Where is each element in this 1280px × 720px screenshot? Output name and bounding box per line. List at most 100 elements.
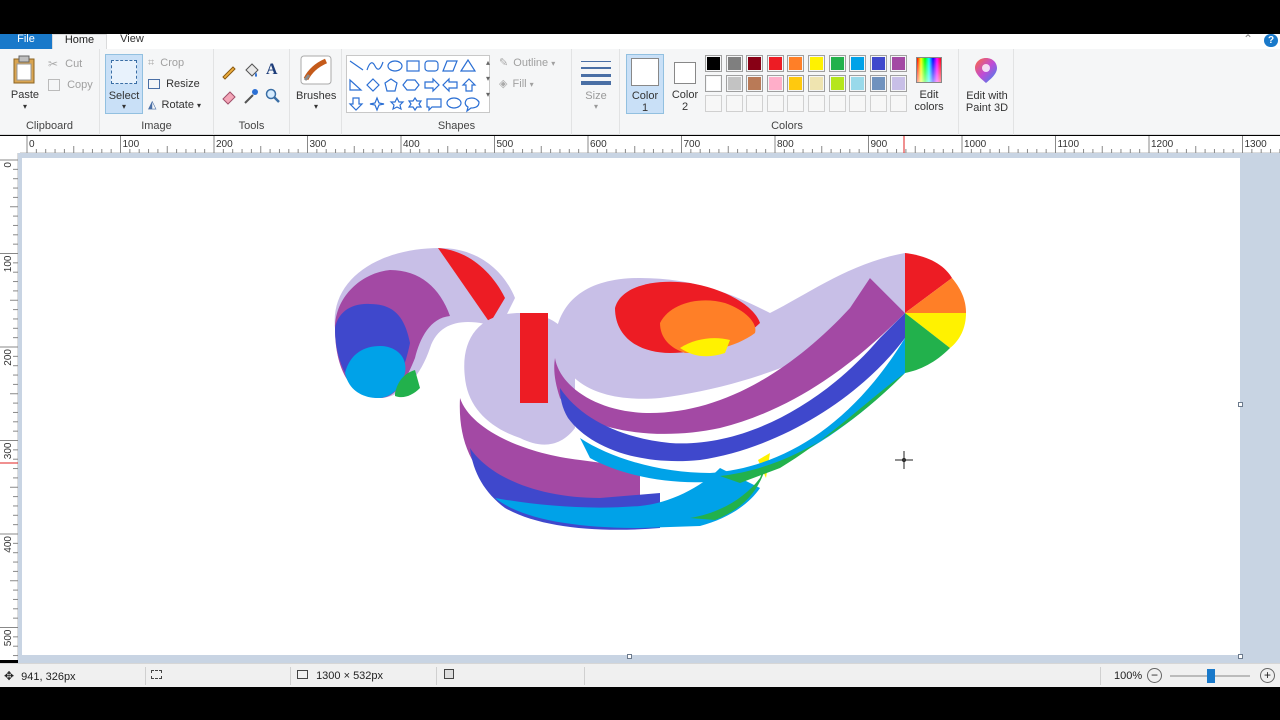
zoom-slider-thumb[interactable] — [1207, 669, 1215, 683]
canvas-size: 1300 × 532px — [297, 669, 383, 683]
color-swatch[interactable] — [808, 75, 825, 92]
shapes-scroll[interactable]: ▴ ▾ ▾ — [482, 55, 494, 113]
scissors-icon: ✂ — [48, 57, 59, 72]
fill-icon: ◈ — [499, 78, 508, 91]
custom-color-slot[interactable] — [787, 95, 805, 112]
zoom-out-button[interactable]: − — [1147, 668, 1162, 683]
tab-home[interactable]: Home — [52, 34, 107, 49]
color1-swatch — [631, 58, 659, 86]
color-swatch[interactable] — [828, 75, 846, 92]
ruler-label: 1100 — [1058, 139, 1080, 150]
zoom-in-button[interactable]: + — [1260, 668, 1275, 683]
ruler-label: 200 — [216, 139, 233, 150]
rotate-button[interactable]: ◭ Rotate ▾ — [148, 96, 201, 114]
custom-color-slot[interactable] — [828, 95, 846, 112]
color1-label: Color — [631, 90, 659, 102]
ruler-label: 400 — [3, 536, 14, 553]
copy-button[interactable]: Copy — [48, 76, 93, 94]
color-swatch[interactable] — [890, 55, 908, 72]
text-tool-icon[interactable]: A — [266, 61, 278, 79]
color-swatch[interactable] — [705, 75, 722, 92]
color-swatch[interactable] — [869, 75, 887, 92]
ribbon: Paste ▾ ✂ Cut Copy Clipboard Select ▾ ⌗ — [0, 49, 1280, 135]
cut-label: Cut — [65, 58, 83, 70]
edit-with-paint3d-button[interactable]: Edit with Paint 3D — [961, 54, 1013, 116]
color-swatch[interactable] — [849, 75, 867, 92]
custom-color-slot[interactable] — [890, 95, 908, 112]
outline-button[interactable]: ✎ Outline ▾ — [499, 54, 555, 72]
resize-handle-bottom[interactable] — [627, 654, 632, 659]
cut-button[interactable]: ✂ Cut — [48, 55, 82, 73]
chevron-down-icon: ▾ — [313, 102, 318, 111]
tab-view[interactable]: View — [107, 34, 157, 49]
color-swatch[interactable] — [746, 75, 764, 92]
magnifier-icon[interactable] — [264, 87, 282, 105]
color-swatch[interactable] — [705, 55, 722, 72]
paste-button[interactable]: Paste ▾ — [8, 53, 42, 113]
color-swatch[interactable] — [890, 75, 908, 92]
ruler-label: 300 — [3, 442, 14, 459]
shapes-gallery[interactable] — [346, 55, 490, 113]
tools-group-label: Tools — [238, 120, 265, 132]
chevron-down-icon: ▾ — [529, 80, 534, 89]
color1-button[interactable]: Color 1 — [626, 54, 664, 114]
status-separator — [584, 667, 585, 685]
custom-color-slot[interactable] — [849, 95, 867, 112]
paste-label: Paste — [10, 89, 40, 101]
paint-window: File Home View ⌃ ? Paste ▾ ✂ Cut Copy Cl… — [0, 0, 1280, 720]
custom-color-slot[interactable] — [869, 95, 887, 112]
color-swatch[interactable] — [725, 55, 743, 72]
color-picker-icon[interactable] — [242, 87, 260, 105]
color-swatch[interactable] — [746, 55, 764, 72]
color-swatch[interactable] — [869, 55, 887, 72]
ruler-label: 0 — [3, 162, 14, 168]
custom-color-slot[interactable] — [808, 95, 825, 112]
eraser-icon[interactable] — [220, 87, 238, 105]
colors-group-label: Colors — [771, 120, 803, 132]
edit-colors-button[interactable]: Edit colors — [912, 54, 956, 116]
colors-group: Color 1 Color 2 Edit colors Colors — [620, 49, 960, 135]
collapse-ribbon-icon[interactable]: ⌃ — [1243, 33, 1253, 45]
brushes-button[interactable]: Brushes ▾ — [296, 53, 336, 115]
chevron-down-icon: ▾ — [22, 102, 27, 111]
pencil-icon[interactable] — [220, 62, 238, 80]
custom-color-slot[interactable] — [705, 95, 722, 112]
color-swatch[interactable] — [828, 55, 846, 72]
rainbow-icon — [916, 57, 942, 83]
chevron-down-icon: ▾ — [121, 102, 126, 111]
resize-handle-right[interactable] — [1238, 402, 1243, 407]
brush-icon — [300, 55, 332, 85]
color-swatch[interactable] — [787, 75, 805, 92]
ruler-label: 1200 — [1151, 139, 1174, 150]
select-button[interactable]: Select ▾ — [105, 54, 143, 114]
color-swatch[interactable] — [849, 55, 867, 72]
canvas-size-text: 1300 × 532px — [316, 670, 384, 682]
color-swatch[interactable] — [766, 55, 784, 72]
tab-file[interactable]: File — [0, 34, 52, 49]
fill-label: Fill — [512, 78, 527, 90]
color2-button[interactable]: Color 2 — [668, 54, 702, 114]
ruler-label: 300 — [310, 139, 327, 150]
resize-button[interactable]: Resize — [148, 75, 200, 93]
custom-color-slot[interactable] — [725, 95, 743, 112]
ruler-label: 600 — [590, 139, 607, 150]
help-icon[interactable]: ? — [1264, 34, 1278, 47]
color-swatch[interactable] — [808, 55, 825, 72]
canvas-workspace[interactable] — [18, 153, 1280, 663]
color-swatch[interactable] — [725, 75, 743, 92]
fill-bucket-icon[interactable] — [242, 62, 260, 80]
crop-button[interactable]: ⌗ Crop — [148, 54, 184, 72]
custom-color-slot[interactable] — [766, 95, 784, 112]
paint3d-label-1: Edit with — [966, 90, 1008, 102]
crosshair-cursor-icon — [895, 451, 913, 469]
fill-button[interactable]: ◈ Fill ▾ — [499, 75, 534, 93]
color-swatch[interactable] — [787, 55, 805, 72]
color-swatch[interactable] — [766, 75, 784, 92]
paste-icon — [13, 55, 35, 84]
drawing-canvas[interactable] — [22, 158, 1240, 655]
resize-handle-corner[interactable] — [1238, 654, 1243, 659]
custom-color-slot[interactable] — [746, 95, 764, 112]
clipboard-group: Paste ▾ ✂ Cut Copy Clipboard — [0, 49, 100, 135]
status-bar: ✥ 941, 326px 1300 × 532px 100% − + — [0, 663, 1280, 687]
size-button[interactable]: Size ▾ — [578, 55, 614, 115]
